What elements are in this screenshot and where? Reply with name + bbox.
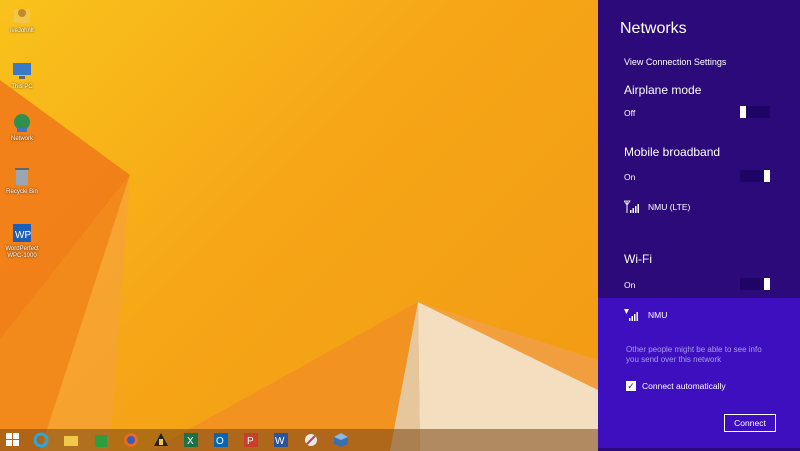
folder-user-icon [11, 4, 33, 26]
desktop-icon-user-folder[interactable]: iveJohnlt [2, 4, 42, 35]
svg-text:P: P [247, 436, 254, 447]
taskbar: X O P W [0, 429, 598, 451]
view-connection-settings-link[interactable]: View Connection Settings [624, 57, 726, 67]
wifi-network-name: NMU [648, 310, 668, 320]
taskbar-firefox[interactable] [120, 431, 142, 449]
excel-icon: X [184, 433, 198, 447]
taskbar-app[interactable] [150, 431, 172, 449]
desktop-icon-label: Network [10, 136, 33, 142]
connect-button[interactable]: Connect [724, 414, 776, 432]
airplane-mode-label: Airplane mode [624, 83, 702, 97]
wifi-network-expanded: NMU Other people might be able to see in… [598, 298, 800, 448]
taskbar-powerpoint[interactable]: P [240, 431, 262, 449]
svg-text:WP: WP [15, 230, 31, 241]
recycle-bin-icon [11, 165, 33, 187]
mobile-broadband-state: On [624, 172, 636, 182]
desktop-icon-label: iveJohnlt [10, 28, 34, 34]
virtualbox-icon [334, 433, 348, 447]
desktop-icon-label: WordPerfect WPC-1000 [5, 246, 39, 259]
svg-text:O: O [216, 436, 224, 447]
computer-icon [11, 60, 33, 82]
store-icon [95, 435, 107, 447]
wifi-state: On [624, 280, 636, 290]
start-icon [6, 433, 19, 446]
taskbar-outlook[interactable]: O [210, 431, 232, 449]
desktop-icon-wordperfect[interactable]: WP WordPerfect WPC-1000 [2, 222, 42, 260]
internet-explorer-icon [33, 432, 49, 448]
desktop: iveJohnlt This PC Network Recycle Bin WP… [0, 0, 598, 451]
wifi-network-item[interactable]: NMU [624, 308, 667, 322]
mobile-broadband-label: Mobile broadband [624, 145, 721, 159]
firefox-icon [124, 433, 138, 447]
cellular-signal-icon [624, 200, 639, 213]
airplane-mode-toggle[interactable] [740, 106, 770, 118]
taskbar-file-explorer[interactable] [60, 431, 82, 449]
svg-text:X: X [187, 436, 194, 447]
wifi-label: Wi-Fi [624, 252, 652, 266]
start-button[interactable] [2, 431, 24, 449]
word-icon: W [274, 433, 288, 447]
desktop-icon-network[interactable]: Network [2, 112, 42, 143]
connect-automatically-checkbox[interactable]: ✓ Connect automatically [626, 381, 726, 391]
toggle-knob [764, 278, 770, 290]
taskbar-word[interactable]: W [270, 431, 292, 449]
powerpoint-icon: P [244, 433, 258, 447]
airplane-mode-state: Off [624, 108, 636, 118]
taskbar-internet-explorer[interactable] [30, 431, 52, 449]
toggle-knob [764, 170, 770, 182]
connect-automatically-label: Connect automatically [642, 381, 726, 391]
desktop-icon-label: Recycle Bin [6, 189, 38, 195]
checkmark-icon: ✓ [626, 381, 636, 391]
mobile-broadband-toggle[interactable] [740, 170, 770, 182]
mobile-network-item[interactable]: NMU (LTE) [624, 200, 690, 214]
mobile-network-name: NMU (LTE) [648, 202, 691, 212]
tool-icon [305, 434, 317, 446]
wordperfect-icon: WP [11, 222, 33, 244]
toggle-knob [740, 106, 746, 118]
taskbar-tool[interactable] [300, 431, 322, 449]
outlook-icon: O [214, 433, 228, 447]
file-explorer-icon [64, 436, 78, 446]
desktop-icon-recycle-bin[interactable]: Recycle Bin [2, 165, 42, 196]
networks-charm-panel: Networks View Connection Settings Airpla… [598, 0, 800, 451]
taskbar-store[interactable] [90, 431, 112, 449]
desktop-icon-label: This PC [11, 84, 33, 90]
security-warning: Other people might be able to see info y… [626, 345, 762, 364]
wifi-signal-icon [624, 309, 638, 321]
panel-title: Networks [620, 20, 687, 37]
desktop-icon-this-pc[interactable]: This PC [2, 60, 42, 91]
svg-text:W: W [275, 436, 285, 447]
network-icon [11, 112, 33, 134]
wallpaper [0, 80, 598, 451]
app-icon [154, 433, 168, 446]
wifi-toggle[interactable] [740, 278, 770, 290]
taskbar-excel[interactable]: X [180, 431, 202, 449]
taskbar-virtualbox[interactable] [330, 431, 352, 449]
